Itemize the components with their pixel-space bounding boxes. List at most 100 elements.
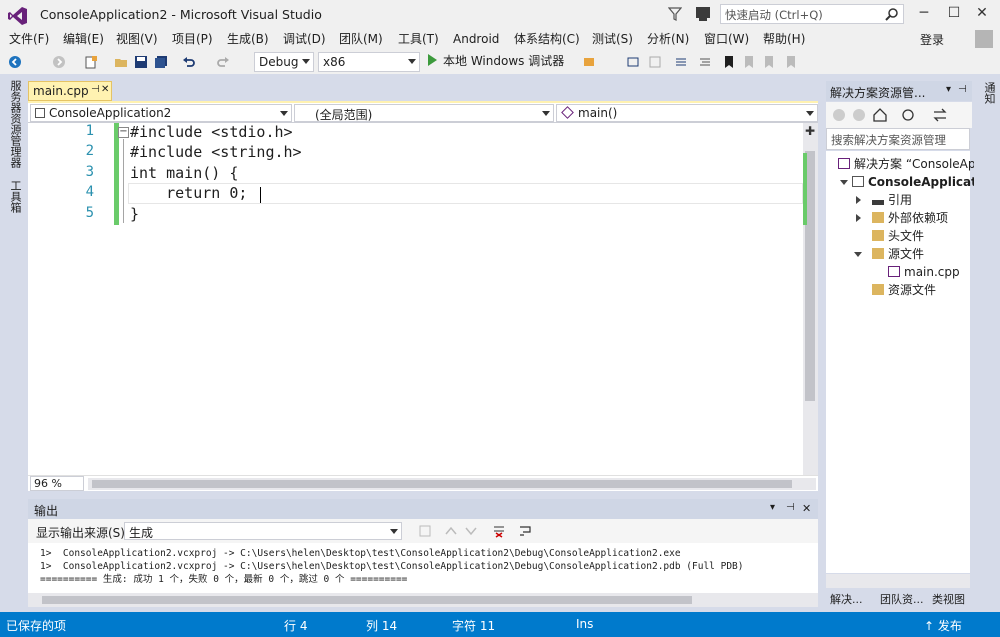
server-explorer-tab[interactable]: 服务器资源管理器 — [7, 80, 23, 168]
pin-icon[interactable]: ⊣ — [786, 502, 795, 513]
menu-test[interactable]: 测试(S) — [592, 30, 633, 50]
home-icon[interactable] — [872, 107, 888, 123]
bookmark-icon[interactable] — [722, 55, 736, 69]
next-message-icon[interactable] — [464, 524, 478, 538]
menu-file[interactable]: 文件(F) — [9, 30, 49, 50]
feedback-icon[interactable] — [694, 5, 712, 23]
solution-horizontal-scrollbar[interactable] — [826, 574, 970, 588]
step-icon[interactable] — [626, 55, 640, 69]
tree-item-main-cpp[interactable]: main.cpp — [888, 263, 960, 281]
pin-icon[interactable]: ⊣ — [91, 84, 100, 95]
output-log[interactable]: 1> ConsoleApplication2.vcxproj -> C:\Use… — [28, 543, 818, 593]
tree-item-references[interactable]: 引用 — [854, 191, 912, 209]
go-to-message-icon[interactable] — [418, 524, 432, 538]
scope-select[interactable]: (全局范围) — [294, 104, 554, 122]
close-icon[interactable]: ✕ — [970, 2, 994, 24]
collapse-outline-icon[interactable]: − — [118, 127, 129, 138]
close-icon[interactable]: ✕ — [802, 502, 811, 515]
navigate-forward-icon[interactable] — [52, 55, 66, 69]
editor-tab-main-cpp[interactable]: main.cpp ⊣ ✕ — [28, 81, 112, 101]
navigate-back-icon[interactable] — [8, 55, 22, 69]
previous-message-icon[interactable] — [444, 524, 458, 538]
tab-solution-explorer[interactable]: 解决... — [830, 591, 863, 607]
menu-edit[interactable]: 编辑(E) — [63, 30, 104, 50]
back-icon[interactable] — [832, 108, 846, 122]
expand-right-icon[interactable] — [856, 196, 861, 204]
solution-search-input[interactable]: 搜索解决方案资源管理 — [826, 128, 970, 150]
menu-window[interactable]: 窗口(W) — [704, 30, 749, 50]
tab-class-view[interactable]: 类视图 — [932, 591, 965, 607]
tree-item-sources[interactable]: 源文件 — [854, 245, 924, 263]
pin-icon[interactable]: ⊣ — [958, 84, 967, 95]
browse-icon[interactable] — [648, 55, 662, 69]
output-horizontal-scrollbar[interactable] — [28, 593, 818, 607]
quick-launch-input[interactable]: 快速启动 (Ctrl+Q) — [720, 4, 904, 24]
clear-all-icon[interactable] — [492, 524, 506, 538]
editor-horizontal-scrollbar[interactable] — [88, 478, 816, 490]
search-icon[interactable] — [885, 7, 899, 21]
menu-android[interactable]: Android — [453, 30, 499, 50]
word-wrap-icon[interactable] — [518, 524, 532, 538]
solution-platform-select[interactable]: x86 — [318, 52, 420, 72]
notifications-tab[interactable]: 通知 — [981, 82, 997, 104]
menu-help[interactable]: 帮助(H) — [763, 30, 805, 50]
code-line[interactable]: int main() { — [130, 164, 238, 182]
maximize-icon[interactable]: ☐ — [942, 2, 966, 24]
pending-changes-icon[interactable] — [900, 107, 916, 123]
dropdown-icon[interactable]: ▾ — [770, 502, 775, 513]
code-line[interactable]: } — [130, 205, 139, 223]
menu-analyze[interactable]: 分析(N) — [647, 30, 689, 50]
code-editor[interactable]: 1 2 3 4 5 − #include <stdio.h> #include … — [28, 123, 818, 475]
output-source-select[interactable]: 生成 — [124, 522, 402, 540]
sign-in-link[interactable]: 登录 — [920, 31, 944, 48]
menu-build[interactable]: 生成(B) — [227, 30, 269, 50]
dropdown-icon[interactable]: ▾ — [946, 84, 951, 95]
code-line[interactable]: #include <string.h> — [130, 143, 302, 161]
expand-down-icon[interactable] — [854, 252, 862, 257]
next-bookmark-icon[interactable] — [762, 55, 776, 69]
save-all-icon[interactable] — [154, 55, 168, 69]
new-project-icon[interactable] — [84, 55, 98, 69]
open-file-icon[interactable] — [114, 55, 128, 69]
prev-bookmark-icon[interactable] — [742, 55, 756, 69]
expand-down-icon[interactable] — [840, 180, 848, 185]
menu-debug[interactable]: 调试(D) — [283, 30, 326, 50]
menu-architecture[interactable]: 体系结构(C) — [514, 30, 580, 50]
attach-icon[interactable] — [582, 55, 596, 69]
solution-configuration-select[interactable]: Debug — [254, 52, 314, 72]
menu-project[interactable]: 项目(P) — [172, 30, 213, 50]
redo-icon[interactable] — [216, 55, 230, 69]
scroll-thumb[interactable] — [42, 596, 692, 604]
sync-icon[interactable] — [932, 107, 948, 123]
close-tab-icon[interactable]: ✕ — [101, 84, 109, 95]
publish-button[interactable]: ↑ 发布 — [924, 617, 962, 634]
uncomment-icon[interactable] — [698, 55, 712, 69]
forward-icon[interactable] — [852, 108, 866, 122]
toolbox-tab[interactable]: 工具箱 — [7, 180, 23, 213]
project-select[interactable]: ConsoleApplication2 — [30, 104, 292, 122]
comment-icon[interactable] — [674, 55, 688, 69]
zoom-select[interactable]: 96 % — [30, 476, 84, 491]
minimize-icon[interactable]: ─ — [912, 2, 936, 24]
save-icon[interactable] — [134, 55, 148, 69]
tree-item-headers[interactable]: 头文件 — [872, 227, 924, 245]
split-window-icon[interactable]: ✚ — [805, 125, 817, 137]
code-line[interactable]: return 0; — [130, 184, 247, 202]
notification-filter-icon[interactable] — [668, 6, 682, 22]
menu-tools[interactable]: 工具(T) — [398, 30, 439, 50]
user-account-icon[interactable] — [975, 30, 993, 48]
status-line: 行 4 — [284, 619, 308, 633]
menu-team[interactable]: 团队(M) — [339, 30, 383, 50]
expand-right-icon[interactable] — [856, 214, 861, 222]
undo-icon[interactable] — [182, 55, 196, 69]
tree-item-external-deps[interactable]: 外部依赖项 — [854, 209, 948, 227]
scroll-thumb[interactable] — [92, 480, 792, 488]
tab-team-explorer[interactable]: 团队资... — [880, 591, 924, 607]
member-select[interactable]: main() — [556, 104, 818, 122]
tree-item-resources[interactable]: 资源文件 — [872, 281, 936, 299]
start-debugging-button[interactable]: 本地 Windows 调试器 — [428, 52, 564, 72]
clear-bookmarks-icon[interactable] — [784, 55, 798, 69]
menu-view[interactable]: 视图(V) — [116, 30, 158, 50]
solution-bottom-tabs: 解决... 团队资... 类视图 — [826, 588, 972, 610]
code-line[interactable]: #include <stdio.h> — [130, 123, 293, 141]
